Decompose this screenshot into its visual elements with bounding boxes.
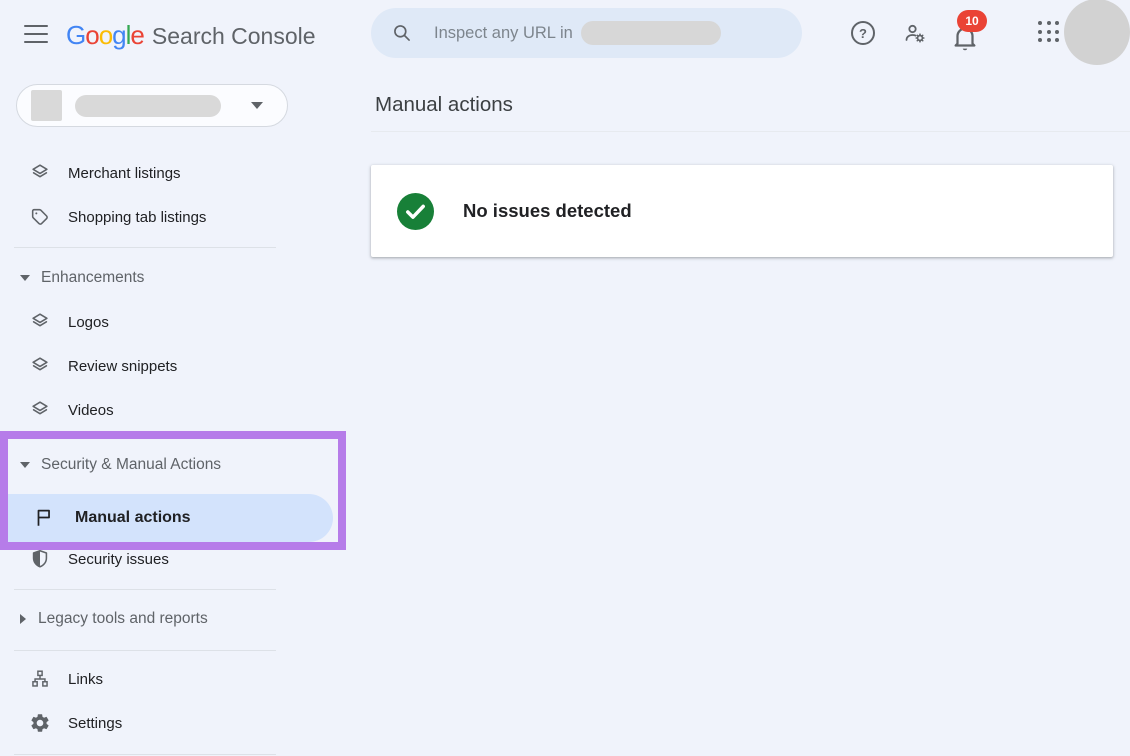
rich-result-icon [28, 354, 52, 378]
check-circle-icon [397, 193, 434, 230]
sidebar-item-label: Merchant listings [68, 165, 181, 182]
page-title: Manual actions [375, 93, 513, 117]
no-issues-card: No issues detected [371, 165, 1113, 257]
hamburger-menu-icon[interactable] [24, 25, 48, 43]
sidebar-item-review-snippets[interactable]: Review snippets [0, 344, 300, 388]
tag-icon [28, 205, 52, 229]
manage-users-icon[interactable] [903, 21, 927, 45]
sidebar-item-videos[interactable]: Videos [0, 388, 300, 432]
rich-result-icon [28, 310, 52, 334]
property-favicon-placeholder [31, 90, 62, 121]
chevron-right-icon [20, 614, 26, 624]
sidebar-item-settings[interactable]: Settings [0, 701, 300, 745]
sidebar-item-logos[interactable]: Logos [0, 300, 300, 344]
links-tree-icon [28, 667, 52, 691]
sidebar-item-security-issues[interactable]: Security issues [0, 537, 300, 581]
sidebar-item-label: Review snippets [68, 358, 177, 375]
sidebar-item-label: Shopping tab listings [68, 209, 206, 226]
sidebar-section-legacy-tools[interactable]: Legacy tools and reports [0, 597, 300, 641]
section-header-label: Legacy tools and reports [38, 610, 208, 628]
sidebar-item-links[interactable]: Links [0, 657, 300, 701]
sidebar-item-label: Security issues [68, 551, 169, 568]
product-name: Search Console [152, 23, 316, 50]
chevron-down-icon [20, 462, 30, 468]
status-text: No issues detected [463, 200, 632, 222]
gear-icon [28, 711, 52, 735]
google-apps-grid-icon[interactable] [1038, 21, 1060, 43]
sidebar-item-label: Manual actions [75, 509, 191, 527]
rich-result-icon [28, 398, 52, 422]
sidebar-item-merchant-listings[interactable]: Merchant listings [0, 151, 300, 195]
sidebar-item-label: Settings [68, 715, 122, 732]
sidebar-item-label: Videos [68, 402, 114, 419]
google-logo: Google [66, 20, 144, 51]
shield-icon [28, 547, 52, 571]
chevron-down-icon [20, 275, 30, 281]
property-selector-dropdown[interactable] [16, 84, 288, 127]
help-icon[interactable] [851, 21, 875, 45]
section-header-label: Security & Manual Actions [41, 456, 221, 474]
sidebar-item-manual-actions-selected[interactable]: Manual actions [0, 494, 333, 542]
redacted-property-name [75, 95, 221, 117]
sidebar-divider [14, 589, 276, 590]
sidebar-section-enhancements[interactable]: Enhancements [0, 256, 300, 300]
sidebar-item-label: Logos [68, 314, 109, 331]
sidebar-item-shopping-tab-listings[interactable]: Shopping tab listings [0, 195, 300, 239]
sidebar-item-label: Links [68, 671, 103, 688]
title-divider [371, 131, 1130, 132]
url-inspect-search-input[interactable]: Inspect any URL in [371, 8, 802, 58]
sidebar-divider [14, 650, 276, 651]
rich-result-icon [28, 161, 52, 185]
sidebar-divider [14, 247, 276, 248]
account-avatar[interactable] [1064, 0, 1130, 65]
dropdown-arrow-icon [251, 102, 263, 109]
notifications-bell-icon[interactable]: 10 [950, 18, 994, 54]
notification-count-badge: 10 [957, 10, 987, 32]
sidebar-section-security-manual-actions[interactable]: Security & Manual Actions [0, 443, 300, 487]
section-header-label: Enhancements [41, 269, 144, 287]
sidebar-divider [14, 754, 276, 755]
search-placeholder: Inspect any URL in [434, 24, 573, 43]
search-icon [392, 23, 412, 43]
app-logo: Google Search Console [66, 20, 316, 51]
redacted-property-pill [581, 21, 721, 45]
flag-icon [32, 506, 56, 530]
